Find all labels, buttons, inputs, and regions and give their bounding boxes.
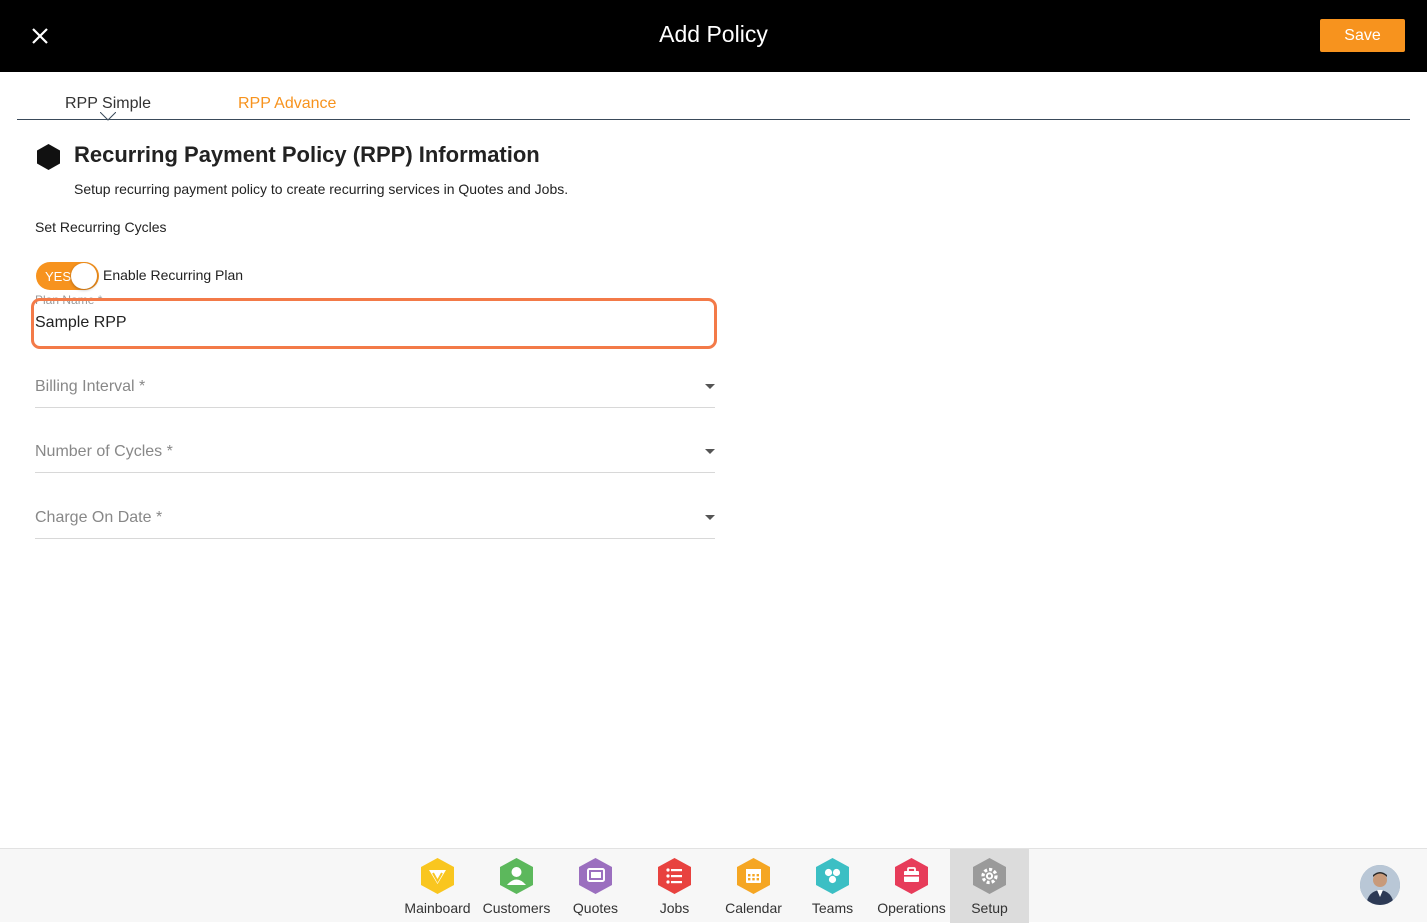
billing-interval-placeholder: Billing Interval * [35,378,146,395]
nav-label: Calendar [725,900,782,916]
nav-label: Mainboard [404,900,471,916]
toggle-text: YES [45,269,72,284]
section-title: Recurring Payment Policy (RPP) Informati… [74,142,540,167]
nav-label: Teams [811,900,854,916]
mainboard-icon [421,858,454,894]
nav-label: Operations [877,900,946,916]
header-bar: Add Policy Save [0,0,1427,72]
nav-teams[interactable]: Teams [793,849,872,923]
nav-label: Setup [971,900,1008,916]
active-tab-indicator [100,112,116,121]
number-of-cycles-select[interactable]: Number of Cycles * [35,433,715,473]
nav-label: Jobs [659,900,690,916]
charge-on-date-select[interactable]: Charge On Date * [35,499,715,539]
quotes-icon [579,858,612,894]
recurring-cycles-label: Set Recurring Cycles [35,219,167,235]
nav-mainboard[interactable]: Mainboard [398,849,477,923]
bottom-nav: Mainboard Customers Quotes Jobs Calendar… [0,848,1427,923]
tab-rpp-advance[interactable]: RPP Advance [238,95,336,113]
number-of-cycles-placeholder: Number of Cycles * [35,443,173,460]
section-subtitle: Setup recurring payment policy to create… [74,181,569,197]
nav-label: Quotes [572,900,619,916]
tab-bar: RPP Simple RPP Advance [17,72,1410,121]
setup-icon [973,858,1006,894]
enable-recurring-toggle[interactable]: YES [36,262,99,290]
user-avatar-icon [1360,865,1400,905]
toggle-knob [71,263,97,289]
operations-icon [895,858,928,894]
page-title: Add Policy [659,21,768,47]
nav-label: Customers [482,900,551,916]
plan-name-input[interactable] [35,312,695,334]
nav-jobs[interactable]: Jobs [635,849,714,923]
billing-interval-select[interactable]: Billing Interval * [35,368,715,408]
chevron-down-icon [705,515,715,520]
nav-operations[interactable]: Operations [872,849,951,923]
customers-icon [500,858,533,894]
jobs-icon [658,858,691,894]
charge-on-date-placeholder: Charge On Date * [35,509,163,526]
teams-icon [816,858,849,894]
tab-rpp-simple[interactable]: RPP Simple [65,95,151,113]
toggle-label: Enable Recurring Plan [103,267,244,283]
save-button[interactable]: Save [1320,19,1405,52]
chevron-down-icon [705,384,715,389]
nav-customers[interactable]: Customers [477,849,556,923]
nav-quotes[interactable]: Quotes [556,849,635,923]
chevron-down-icon [705,449,715,454]
nav-calendar[interactable]: Calendar [714,849,793,923]
avatar[interactable] [1360,865,1400,905]
hexagon-icon [37,144,60,170]
nav-setup[interactable]: Setup [950,849,1029,923]
calendar-icon [737,858,770,894]
